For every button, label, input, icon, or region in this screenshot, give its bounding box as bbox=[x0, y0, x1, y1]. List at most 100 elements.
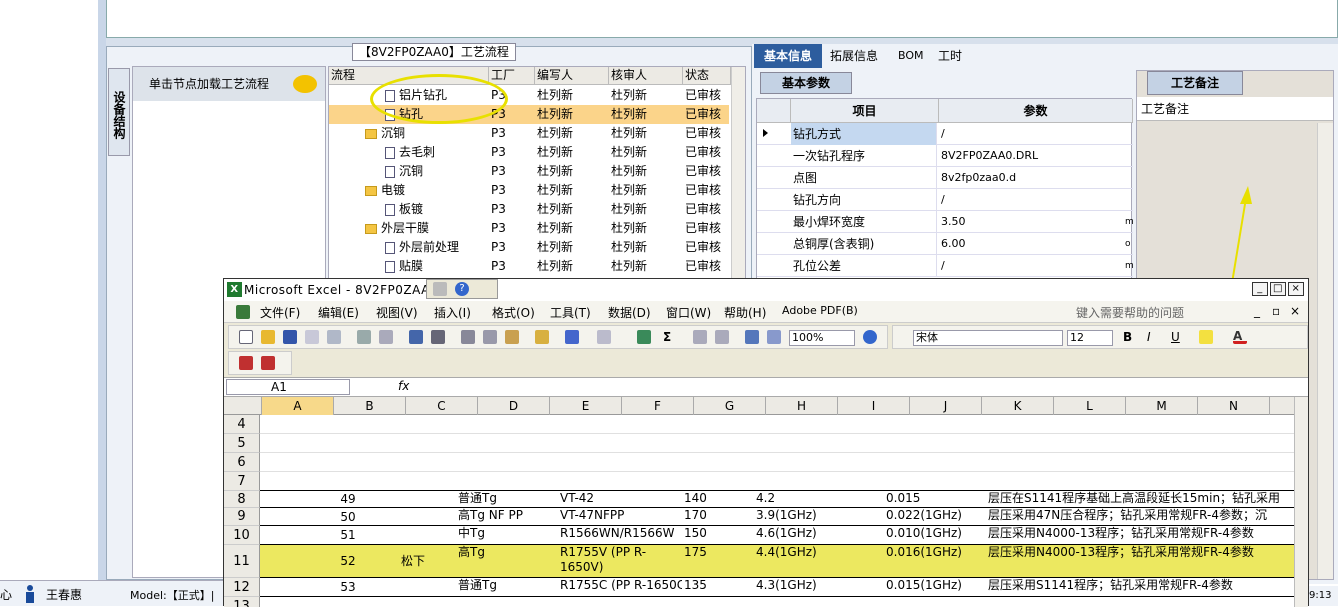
param-row[interactable]: 钻孔方式 / bbox=[757, 123, 1133, 145]
sheet-cell[interactable]: R1566WN/R1566W bbox=[560, 526, 682, 545]
menu-insert[interactable]: 插入(I) bbox=[434, 304, 471, 321]
row-header[interactable]: 7 bbox=[224, 472, 260, 491]
sheet-cell[interactable]: 49 bbox=[328, 491, 368, 508]
print-icon[interactable] bbox=[357, 330, 371, 344]
sort-descending-icon[interactable] bbox=[715, 330, 729, 344]
sheet-cell[interactable]: 175 bbox=[684, 545, 754, 578]
column-header[interactable]: N bbox=[1198, 397, 1270, 415]
param-row[interactable]: 点图 8v2fp0zaa0.d bbox=[757, 167, 1133, 189]
sheet-cell[interactable]: 0.015(1GHz) bbox=[886, 578, 986, 597]
tree-row[interactable]: 电镀 P3 杜列新 杜列新 已审核 bbox=[329, 181, 729, 200]
menu-data[interactable]: 数据(D) bbox=[608, 304, 651, 321]
tree-row[interactable]: 外层前处理 P3 杜列新 杜列新 已审核 bbox=[329, 238, 729, 257]
menu-adobe-pdf[interactable]: Adobe PDF(B) bbox=[782, 304, 858, 317]
row-header[interactable]: 4 bbox=[224, 415, 260, 434]
tree-scrollbar[interactable] bbox=[731, 67, 745, 279]
sheet-cell[interactable] bbox=[370, 578, 456, 597]
grid-header-param[interactable]: 参数 bbox=[939, 99, 1133, 123]
tab-basic-info[interactable]: 基本信息 bbox=[754, 44, 822, 68]
column-header[interactable]: M bbox=[1126, 397, 1198, 415]
column-header[interactable]: A bbox=[262, 397, 334, 415]
sheet-cell[interactable]: 高Tg NF PP bbox=[458, 508, 558, 526]
sheet-cell[interactable]: 松下 bbox=[370, 545, 456, 578]
tab-work-hours[interactable]: 工时 bbox=[938, 44, 962, 68]
column-header[interactable]: D bbox=[478, 397, 550, 415]
maximize-button[interactable]: □ bbox=[1270, 282, 1286, 296]
font-color-icon[interactable]: A bbox=[1233, 330, 1247, 344]
sheet-cell[interactable]: 0.022(1GHz) bbox=[886, 508, 986, 526]
menu-file[interactable]: 文件(F) bbox=[260, 304, 300, 321]
column-header[interactable]: K bbox=[982, 397, 1054, 415]
sheet-cell[interactable]: 层压采用S1141程序；钻孔采用常规FR-4参数 bbox=[988, 578, 1294, 597]
column-header[interactable]: L bbox=[1054, 397, 1126, 415]
column-header[interactable]: F bbox=[622, 397, 694, 415]
sheet-cell[interactable]: 0.010(1GHz) bbox=[886, 526, 986, 545]
col-header-status[interactable]: 状态 bbox=[683, 67, 731, 85]
column-header[interactable]: H bbox=[766, 397, 838, 415]
sheet-cell[interactable]: 普通Tg bbox=[458, 491, 558, 508]
column-header[interactable]: C bbox=[406, 397, 478, 415]
underline-icon[interactable]: U bbox=[1171, 330, 1185, 344]
col-header-factory[interactable]: 工厂 bbox=[489, 67, 535, 85]
font-select[interactable]: 宋体 bbox=[913, 330, 1063, 346]
row-header[interactable]: 5 bbox=[224, 434, 260, 453]
sheet-cell[interactable]: 0.016(1GHz) bbox=[886, 545, 986, 578]
row-header[interactable]: 8 bbox=[224, 491, 260, 508]
permission-icon[interactable] bbox=[305, 330, 319, 344]
tab-extended-info[interactable]: 拓展信息 bbox=[830, 44, 878, 68]
name-box[interactable]: A1 bbox=[226, 379, 350, 395]
redo-icon[interactable] bbox=[597, 330, 611, 344]
menu-view[interactable]: 视图(V) bbox=[376, 304, 418, 321]
col-header-reviewer[interactable]: 核审人 bbox=[609, 67, 683, 85]
param-row[interactable]: 钻孔方向 / bbox=[757, 189, 1133, 211]
sheet-cell[interactable]: 53 bbox=[328, 578, 368, 597]
sheet-cell[interactable]: 50 bbox=[328, 508, 368, 526]
copy-icon[interactable] bbox=[483, 330, 497, 344]
speech-bubble-icon[interactable] bbox=[293, 75, 317, 93]
sheet-cell[interactable]: 层压采用N4000-13程序；钻孔采用常规FR-4参数 bbox=[988, 545, 1294, 578]
select-all-corner[interactable] bbox=[224, 397, 262, 415]
menu-edit[interactable]: 编辑(E) bbox=[318, 304, 359, 321]
column-header[interactable]: G bbox=[694, 397, 766, 415]
row-header[interactable]: 6 bbox=[224, 453, 260, 472]
grid-header-item[interactable]: 项目 bbox=[791, 99, 939, 123]
sheet-cell[interactable]: 高Tg bbox=[458, 545, 558, 578]
tree-row[interactable]: 贴膜 P3 杜列新 杜列新 已审核 bbox=[329, 257, 729, 276]
mini-help-icon[interactable]: ? bbox=[455, 282, 469, 296]
sheet-cell[interactable] bbox=[370, 508, 456, 526]
help-search-input[interactable]: 键入需要帮助的问题 bbox=[1076, 304, 1224, 321]
sheet-cell[interactable]: 135 bbox=[684, 578, 754, 597]
sheet-cell[interactable]: 普通Tg bbox=[458, 578, 558, 597]
param-row[interactable]: 一次钻孔程序 8V2FP0ZAA0.DRL bbox=[757, 145, 1133, 167]
email-icon[interactable] bbox=[327, 330, 341, 344]
sheet-cell[interactable]: 4.4(1GHz) bbox=[756, 545, 884, 578]
workbook-icon[interactable] bbox=[236, 305, 250, 319]
sheet-cell[interactable]: 3.9(1GHz) bbox=[756, 508, 884, 526]
sheet-cell[interactable]: 140 bbox=[684, 491, 754, 508]
tree-row[interactable]: 外层干膜 P3 杜列新 杜列新 已审核 bbox=[329, 219, 729, 238]
undo-icon[interactable] bbox=[565, 330, 579, 344]
column-header[interactable]: J bbox=[910, 397, 982, 415]
tree-row[interactable]: 板镀 P3 杜列新 杜列新 已审核 bbox=[329, 200, 729, 219]
menu-tools[interactable]: 工具(T) bbox=[550, 304, 591, 321]
print-preview-icon[interactable] bbox=[379, 330, 393, 344]
sheet-cell[interactable]: 170 bbox=[684, 508, 754, 526]
sheet-cell[interactable] bbox=[370, 526, 456, 545]
equipment-structure-tab[interactable]: 设备结构 bbox=[108, 68, 130, 156]
italic-icon[interactable]: I bbox=[1147, 330, 1161, 344]
drawing-icon[interactable] bbox=[767, 330, 781, 344]
sheet-cell[interactable] bbox=[370, 491, 456, 508]
sheet-cell[interactable]: 51 bbox=[328, 526, 368, 545]
column-header[interactable]: B bbox=[334, 397, 406, 415]
doc-restore-button[interactable]: ▫ bbox=[1272, 304, 1280, 318]
doc-close-button[interactable]: × bbox=[1290, 304, 1300, 318]
sheet-cell[interactable]: R1755C (PP R-1650C) bbox=[560, 578, 682, 597]
sheet-cell[interactable]: 层压在S1141程序基础上高温段延长15min；钻孔采用 bbox=[988, 491, 1294, 508]
new-icon[interactable] bbox=[239, 330, 253, 344]
minimize-button[interactable]: _ bbox=[1252, 282, 1268, 296]
col-header-writer[interactable]: 编写人 bbox=[535, 67, 609, 85]
menu-help[interactable]: 帮助(H) bbox=[724, 304, 766, 321]
tree-row[interactable]: 沉铜 P3 杜列新 杜列新 已审核 bbox=[329, 162, 729, 181]
sheet-cell[interactable]: VT-42 bbox=[560, 491, 682, 508]
row-header[interactable]: 12 bbox=[224, 578, 260, 597]
